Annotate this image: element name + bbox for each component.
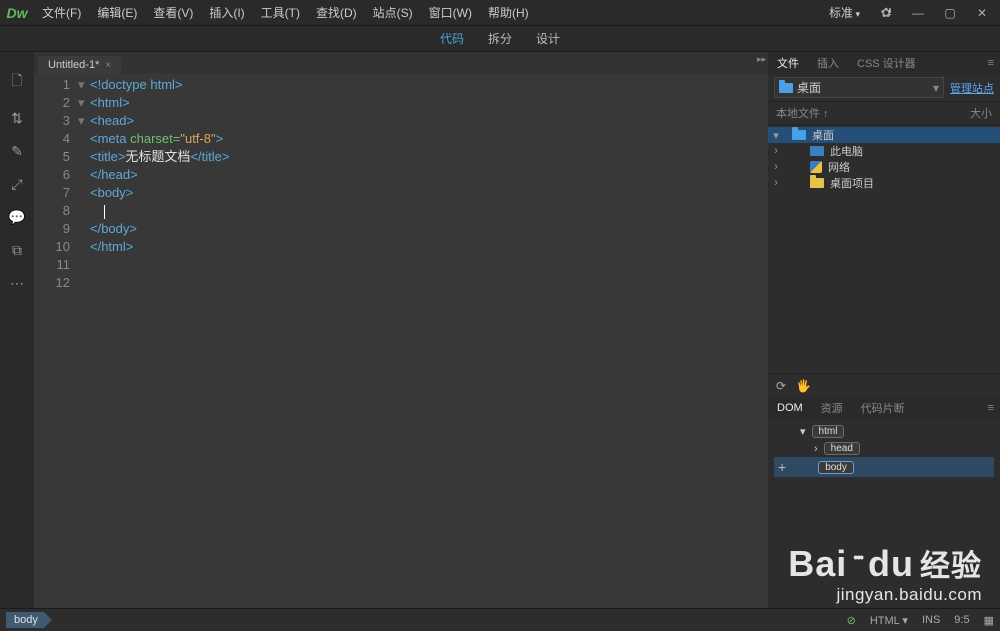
files-site-selector-row: 桌面 ▾ 管理站点: [768, 74, 1000, 102]
dom-node[interactable]: ▾html: [774, 423, 994, 440]
files-tree[interactable]: ▾桌面›此电脑›网络›桌面项目: [768, 125, 1000, 373]
close-icon[interactable]: ✕: [970, 4, 994, 22]
comment-icon[interactable]: 💬: [8, 209, 25, 226]
files-column-headers: 本地文件 ↑ 大小: [768, 102, 1000, 125]
tree-row[interactable]: ›此电脑: [768, 143, 1000, 159]
minimize-icon[interactable]: —: [906, 4, 930, 22]
left-toolstrip: 🗋 ⇅ ✎ ⤢ 💬 ⧉ ⋯: [0, 52, 34, 608]
panel-menu-icon[interactable]: ≡: [982, 57, 1000, 69]
wand-icon[interactable]: ✎: [11, 143, 23, 160]
view-mode-bar: 代码 拆分 设计: [0, 26, 1000, 52]
tab-css-designer[interactable]: CSS 设计器: [848, 51, 925, 75]
menu-site[interactable]: 站点(S): [365, 0, 421, 25]
add-node-icon[interactable]: +: [778, 459, 786, 475]
status-language[interactable]: HTML ▾: [870, 614, 908, 627]
files-panel-tabs: 文件 插入 CSS 设计器 ≡: [768, 52, 1000, 74]
col-size[interactable]: 大小: [970, 105, 992, 121]
dom-panel-tabs: DOM 资源 代码片断 ≡: [768, 397, 1000, 419]
app-logo: Dw: [0, 5, 34, 21]
view-design[interactable]: 设计: [536, 30, 560, 47]
dom-node[interactable]: +body: [774, 457, 994, 477]
tab-resources[interactable]: 资源: [812, 396, 852, 420]
window-controls: 标准 ! — ▢ ✕: [823, 2, 1000, 23]
titlebar: Dw 文件(F) 编辑(E) 查看(V) 插入(I) 工具(T) 查找(D) 站…: [0, 0, 1000, 26]
files-panel-footer: ⟳ 🖐: [768, 373, 1000, 397]
panel-menu-icon[interactable]: ≡: [982, 402, 1000, 414]
tab-insert[interactable]: 插入: [808, 51, 848, 75]
site-selector[interactable]: 桌面 ▾: [774, 77, 944, 98]
tree-row[interactable]: ›桌面项目: [768, 175, 1000, 191]
fy-icon: [810, 178, 824, 188]
document-tabstrip: Untitled-1* ×: [34, 52, 768, 74]
line-gutter: 123456789101112: [34, 74, 78, 608]
dom-tree[interactable]: ▾html›head+body: [768, 419, 1000, 481]
tree-row[interactable]: ▾桌面: [768, 127, 1000, 143]
status-insert-mode[interactable]: INS: [922, 614, 940, 626]
menu-tools[interactable]: 工具(T): [253, 0, 308, 25]
menu-file[interactable]: 文件(F): [34, 0, 89, 25]
dom-node[interactable]: ›head: [774, 440, 994, 457]
tab-close-icon[interactable]: ×: [105, 60, 111, 71]
expand-icon[interactable]: ⤢: [11, 176, 22, 193]
menubar: 文件(F) 编辑(E) 查看(V) 插入(I) 工具(T) 查找(D) 站点(S…: [34, 0, 537, 25]
right-panels: 文件 插入 CSS 设计器 ≡ 桌面 ▾ 管理站点 本地文件 ↑ 大小 ▾桌面›…: [768, 52, 1000, 608]
tab-files[interactable]: 文件: [768, 51, 808, 75]
status-cursor-pos: 9:5: [954, 614, 969, 626]
tree-row[interactable]: ›网络: [768, 159, 1000, 175]
fold-column: ▾▾▾: [78, 74, 90, 608]
menu-insert[interactable]: 插入(I): [201, 0, 252, 25]
status-overview-icon[interactable]: ▦: [984, 614, 994, 627]
code-editor[interactable]: 123456789101112 ▾▾▾ <!doctype html><html…: [34, 74, 768, 608]
editor-area: Untitled-1* × 123456789101112 ▾▾▾ <!doct…: [34, 52, 768, 608]
chevron-down-icon: ▾: [933, 81, 939, 95]
workspace-switcher[interactable]: 标准: [823, 2, 866, 23]
code-content[interactable]: <!doctype html><html><head><meta charset…: [90, 74, 768, 608]
menu-view[interactable]: 查看(V): [145, 0, 201, 25]
refresh-icon[interactable]: ⟳: [776, 379, 786, 393]
col-local-files[interactable]: 本地文件 ↑: [776, 105, 829, 121]
dom-panel: DOM 资源 代码片断 ≡ ▾html›head+body: [768, 397, 1000, 608]
folder-icon: [779, 83, 793, 93]
tab-snippets[interactable]: 代码片断: [852, 396, 914, 420]
file-manage-icon[interactable]: 🗋: [11, 70, 22, 94]
main-area: 🗋 ⇅ ✎ ⤢ 💬 ⧉ ⋯ Untitled-1* × 123456789101…: [0, 52, 1000, 608]
pc-icon: [810, 146, 824, 156]
folder-icon: [792, 130, 806, 140]
view-split[interactable]: 拆分: [488, 30, 512, 47]
panel-collapse-icon[interactable]: ▸▸: [757, 54, 766, 65]
menu-help[interactable]: 帮助(H): [480, 0, 537, 25]
menu-find[interactable]: 查找(D): [308, 0, 365, 25]
menu-edit[interactable]: 编辑(E): [89, 0, 145, 25]
view-code[interactable]: 代码: [440, 30, 464, 47]
menu-window[interactable]: 窗口(W): [421, 0, 480, 25]
sync-settings-icon[interactable]: !: [874, 4, 898, 22]
settings-icon[interactable]: ⇅: [11, 110, 23, 127]
sync-icon[interactable]: 🖐: [796, 379, 811, 393]
statusbar: body ⊘ HTML ▾ INS 9:5 ▦: [0, 608, 1000, 631]
more-icon[interactable]: ⋯: [10, 275, 24, 292]
maximize-icon[interactable]: ▢: [938, 4, 962, 22]
py-icon: [810, 161, 822, 173]
snippet-icon[interactable]: ⧉: [12, 242, 22, 259]
site-selector-label: 桌面: [797, 79, 821, 96]
tab-title: Untitled-1*: [48, 59, 99, 71]
tab-dom[interactable]: DOM: [768, 398, 812, 418]
document-tab[interactable]: Untitled-1* ×: [38, 56, 121, 74]
tag-breadcrumb[interactable]: body: [6, 612, 52, 628]
status-ok-icon: ⊘: [847, 614, 856, 627]
manage-sites-link[interactable]: 管理站点: [944, 80, 994, 96]
